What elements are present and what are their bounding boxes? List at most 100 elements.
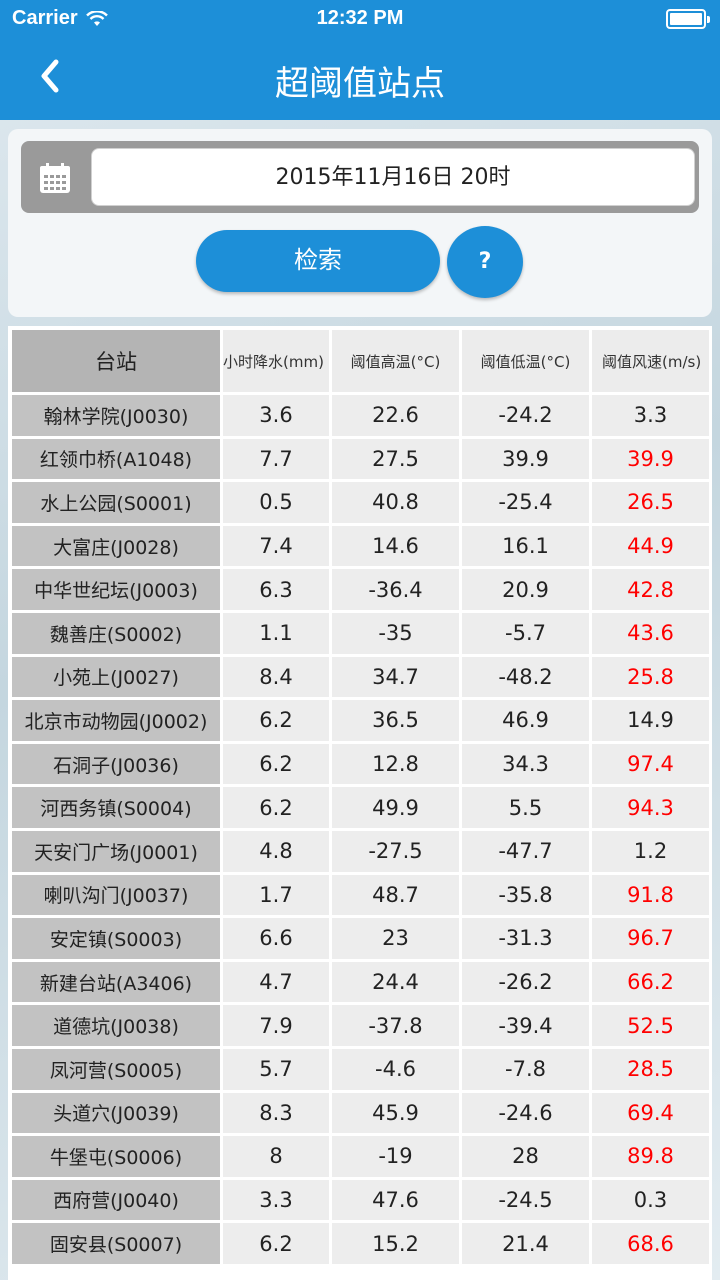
status-time: 12:32 PM bbox=[316, 7, 404, 29]
wind-value: 43.6 bbox=[592, 612, 709, 654]
low-temp-value: 34.3 bbox=[462, 743, 589, 785]
search-panel: 2015年11月16日 20时 检索 ? bbox=[8, 129, 712, 317]
station-name: 安定镇(S0003) bbox=[12, 918, 220, 959]
table-row[interactable]: 中华世纪坛(J0003) 6.3 -36.4 20.9 42.8 bbox=[12, 569, 709, 610]
rain-value: 6.2 bbox=[223, 787, 329, 828]
rain-value: 6.3 bbox=[223, 569, 329, 610]
high-temp-value: -27.5 bbox=[332, 830, 459, 872]
low-temp-value: 39.9 bbox=[462, 438, 589, 480]
page-title: 超阈值站点 bbox=[275, 64, 445, 104]
high-temp-value: -36.4 bbox=[332, 569, 459, 610]
wind-value: 14.9 bbox=[592, 700, 709, 741]
calendar-icon[interactable] bbox=[39, 162, 71, 194]
table-row[interactable]: 石洞子(J0036) 6.2 12.8 34.3 97.4 bbox=[12, 743, 709, 785]
station-name: 头道穴(J0039) bbox=[12, 1092, 220, 1134]
table-row[interactable]: 安定镇(S0003) 6.6 23 -31.3 96.7 bbox=[12, 918, 709, 959]
wind-value: 89.8 bbox=[592, 1136, 709, 1177]
wind-value: 91.8 bbox=[592, 874, 709, 916]
station-name: 小苑上(J0027) bbox=[12, 656, 220, 698]
high-temp-value: 27.5 bbox=[332, 438, 459, 480]
station-name: 喇叭沟门(J0037) bbox=[12, 874, 220, 916]
low-temp-value: -48.2 bbox=[462, 656, 589, 698]
low-temp-value: -7.8 bbox=[462, 1048, 589, 1090]
table-row[interactable]: 道德坑(J0038) 7.9 -37.8 -39.4 52.5 bbox=[12, 1005, 709, 1046]
high-temp-value: 15.2 bbox=[332, 1223, 459, 1264]
low-temp-value: -35.8 bbox=[462, 874, 589, 916]
table-row[interactable]: 北京市动物园(J0002) 6.2 36.5 46.9 14.9 bbox=[12, 700, 709, 741]
rain-value: 1.1 bbox=[223, 612, 329, 654]
table-row[interactable]: 河西务镇(S0004) 6.2 49.9 5.5 94.3 bbox=[12, 787, 709, 828]
date-field[interactable]: 2015年11月16日 20时 bbox=[91, 148, 695, 206]
table-header-row: 台站 小时降水(mm) 阈值高温(°C) 阈值低温(°C) 阈值风速(m/s) bbox=[12, 330, 709, 392]
table-row[interactable]: 喇叭沟门(J0037) 1.7 48.7 -35.8 91.8 bbox=[12, 874, 709, 916]
header-high-temp: 阈值高温(°C) bbox=[332, 330, 459, 392]
high-temp-value: 47.6 bbox=[332, 1179, 459, 1221]
header: Carrier 12:32 PM 超阈值站点 bbox=[0, 0, 720, 120]
rain-value: 6.2 bbox=[223, 743, 329, 785]
station-name: 西府营(J0040) bbox=[12, 1179, 220, 1221]
low-temp-value: 46.9 bbox=[462, 700, 589, 741]
station-name: 水上公园(S0001) bbox=[12, 482, 220, 523]
high-temp-value: 14.6 bbox=[332, 525, 459, 567]
wind-value: 44.9 bbox=[592, 525, 709, 567]
wind-value: 3.3 bbox=[592, 395, 709, 436]
rain-value: 1.7 bbox=[223, 874, 329, 916]
wind-value: 26.5 bbox=[592, 482, 709, 523]
wind-value: 25.8 bbox=[592, 656, 709, 698]
high-temp-value: 40.8 bbox=[332, 482, 459, 523]
station-name: 魏善庄(S0002) bbox=[12, 612, 220, 654]
header-wind: 阈值风速(m/s) bbox=[592, 330, 709, 392]
wind-value: 69.4 bbox=[592, 1092, 709, 1134]
rain-value: 8.4 bbox=[223, 656, 329, 698]
station-name: 天安门广场(J0001) bbox=[12, 830, 220, 872]
table-row[interactable]: 水上公园(S0001) 0.5 40.8 -25.4 26.5 bbox=[12, 482, 709, 523]
help-button[interactable]: ? bbox=[447, 226, 523, 298]
high-temp-value: 22.6 bbox=[332, 395, 459, 436]
high-temp-value: 45.9 bbox=[332, 1092, 459, 1134]
wind-value: 52.5 bbox=[592, 1005, 709, 1046]
high-temp-value: 12.8 bbox=[332, 743, 459, 785]
rain-value: 7.7 bbox=[223, 438, 329, 480]
wind-value: 94.3 bbox=[592, 787, 709, 828]
table-row[interactable]: 西府营(J0040) 3.3 47.6 -24.5 0.3 bbox=[12, 1179, 709, 1221]
low-temp-value: 5.5 bbox=[462, 787, 589, 828]
table-row[interactable]: 头道穴(J0039) 8.3 45.9 -24.6 69.4 bbox=[12, 1092, 709, 1134]
rain-value: 0.5 bbox=[223, 482, 329, 523]
table-row[interactable]: 翰林学院(J0030) 3.6 22.6 -24.2 3.3 bbox=[12, 395, 709, 436]
table-row[interactable]: 固安县(S0007) 6.2 15.2 21.4 68.6 bbox=[12, 1223, 709, 1264]
table-row[interactable]: 魏善庄(S0002) 1.1 -35 -5.7 43.6 bbox=[12, 612, 709, 654]
rain-value: 8 bbox=[223, 1136, 329, 1177]
header-low-temp: 阈值低温(°C) bbox=[462, 330, 589, 392]
table-row[interactable]: 大富庄(J0028) 7.4 14.6 16.1 44.9 bbox=[12, 525, 709, 567]
status-bar: Carrier 12:32 PM bbox=[0, 0, 720, 38]
table-row[interactable]: 凤河营(S0005) 5.7 -4.6 -7.8 28.5 bbox=[12, 1048, 709, 1090]
low-temp-value: -5.7 bbox=[462, 612, 589, 654]
low-temp-value: -24.5 bbox=[462, 1179, 589, 1221]
high-temp-value: 48.7 bbox=[332, 874, 459, 916]
high-temp-value: -37.8 bbox=[332, 1005, 459, 1046]
high-temp-value: 34.7 bbox=[332, 656, 459, 698]
rain-value: 5.7 bbox=[223, 1048, 329, 1090]
rain-value: 4.7 bbox=[223, 961, 329, 1003]
low-temp-value: 21.4 bbox=[462, 1223, 589, 1264]
low-temp-value: -24.2 bbox=[462, 395, 589, 436]
low-temp-value: -47.7 bbox=[462, 830, 589, 872]
table-row[interactable]: 小苑上(J0027) 8.4 34.7 -48.2 25.8 bbox=[12, 656, 709, 698]
table-row[interactable]: 新建台站(A3406) 4.7 24.4 -26.2 66.2 bbox=[12, 961, 709, 1003]
station-name: 翰林学院(J0030) bbox=[12, 395, 220, 436]
header-rain: 小时降水(mm) bbox=[223, 330, 329, 392]
date-picker-bar: 2015年11月16日 20时 bbox=[21, 141, 699, 213]
table-row[interactable]: 天安门广场(J0001) 4.8 -27.5 -47.7 1.2 bbox=[12, 830, 709, 872]
high-temp-value: -19 bbox=[332, 1136, 459, 1177]
table-row[interactable]: 红领巾桥(A1048) 7.7 27.5 39.9 39.9 bbox=[12, 438, 709, 480]
table-row[interactable]: 牛堡屯(S0006) 8 -19 28 89.8 bbox=[12, 1136, 709, 1177]
battery-icon bbox=[666, 9, 710, 29]
wind-value: 97.4 bbox=[592, 743, 709, 785]
high-temp-value: 23 bbox=[332, 918, 459, 959]
search-button[interactable]: 检索 bbox=[196, 230, 440, 292]
rain-value: 7.9 bbox=[223, 1005, 329, 1046]
high-temp-value: 24.4 bbox=[332, 961, 459, 1003]
station-table: 台站 小时降水(mm) 阈值高温(°C) 阈值低温(°C) 阈值风速(m/s) … bbox=[8, 326, 712, 1280]
station-name: 北京市动物园(J0002) bbox=[12, 700, 220, 741]
station-name: 河西务镇(S0004) bbox=[12, 787, 220, 828]
